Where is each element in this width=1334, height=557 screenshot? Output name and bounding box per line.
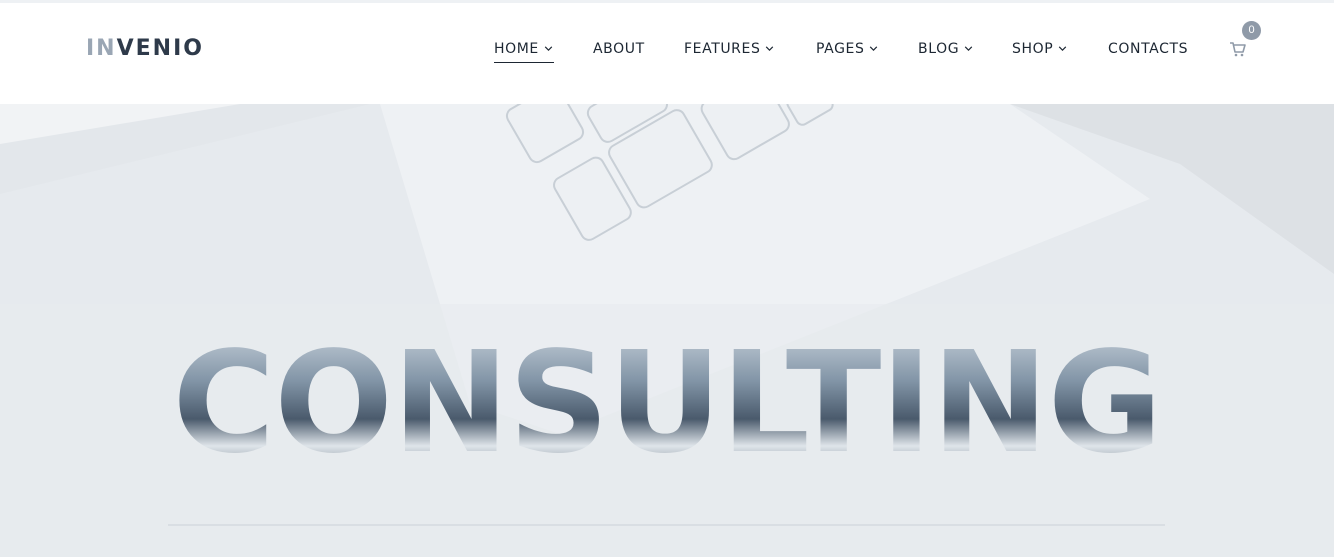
nav-item-home[interactable]: HOME <box>494 41 554 63</box>
hero-headline: CONSULTING <box>0 329 1334 479</box>
chevron-down-icon <box>1059 45 1067 51</box>
cart-count-badge: 0 <box>1242 21 1261 40</box>
nav-item-label: PAGES <box>816 41 865 57</box>
nav-item-blog[interactable]: BLOG <box>918 41 974 57</box>
site-logo[interactable]: INVENIO <box>86 35 204 63</box>
site-header: INVENIO HOME ABOUT FEATURES PAGES BLOG S… <box>0 3 1334 104</box>
hero-section: CONSULTING <box>0 104 1334 557</box>
nav-item-label: ABOUT <box>593 41 645 57</box>
nav-item-label: HOME <box>494 41 539 57</box>
nav-item-label: FEATURES <box>684 41 761 57</box>
cart-icon[interactable] <box>1229 40 1247 58</box>
logo-part-1: IN <box>86 36 117 61</box>
nav-item-pages[interactable]: PAGES <box>816 41 879 57</box>
hero-divider <box>168 524 1165 526</box>
nav-item-features[interactable]: FEATURES <box>684 41 775 57</box>
chevron-down-icon <box>766 45 774 51</box>
chevron-down-icon <box>870 45 878 51</box>
nav-item-contacts[interactable]: CONTACTS <box>1108 41 1188 57</box>
logo-part-2: VENIO <box>116 36 204 61</box>
nav-item-label: CONTACTS <box>1108 41 1189 57</box>
nav-item-shop[interactable]: SHOP <box>1012 41 1068 57</box>
chevron-down-icon <box>964 45 973 51</box>
nav-item-about[interactable]: ABOUT <box>593 41 645 57</box>
nav-item-label: BLOG <box>918 41 960 57</box>
hero-headline-text: CONSULTING <box>172 322 1162 485</box>
nav-item-label: SHOP <box>1012 41 1054 57</box>
chevron-down-icon <box>544 45 553 51</box>
